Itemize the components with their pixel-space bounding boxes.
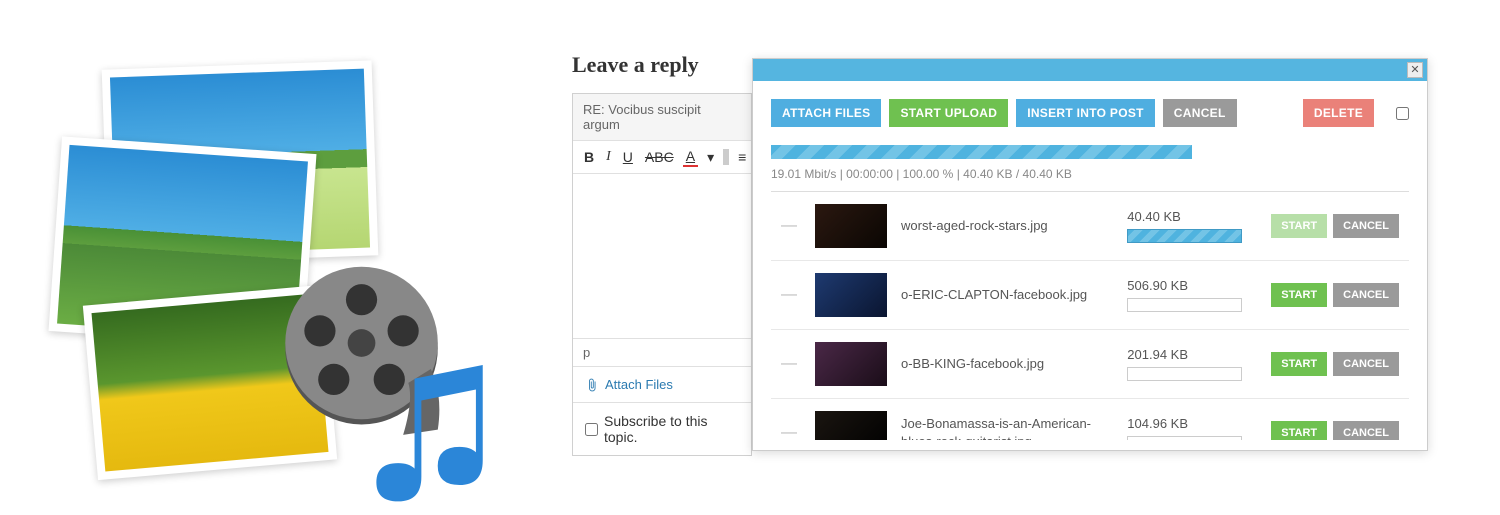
- file-name: Joe-Bonamassa-is-an-American-blues-rock-…: [901, 415, 1113, 440]
- bold-button[interactable]: B: [581, 148, 597, 166]
- file-size: 40.40 KB: [1127, 209, 1257, 224]
- file-row-buttons: STARTCANCEL: [1271, 214, 1399, 238]
- music-note-icon: [365, 365, 505, 515]
- attach-files-link[interactable]: Attach Files: [573, 366, 751, 402]
- file-row-buttons: START CANCEL: [1271, 421, 1399, 440]
- file-size: 506.90 KB: [1127, 278, 1257, 293]
- file-list[interactable]: —worst-aged-rock-stars.jpg40.40 KBSTARTC…: [771, 192, 1409, 440]
- file-start-button[interactable]: START: [1271, 421, 1327, 440]
- file-size: 201.94 KB: [1127, 347, 1257, 362]
- reply-subject-field[interactable]: RE: Vocibus suscipit argum: [573, 94, 751, 141]
- modal-header: ✕: [753, 59, 1427, 81]
- file-thumbnail: [815, 342, 887, 386]
- file-size-column: 201.94 KB: [1127, 347, 1257, 381]
- upload-modal: ✕ ATTACH FILES START UPLOAD INSERT INTO …: [752, 58, 1428, 451]
- file-cancel-button[interactable]: CANCEL: [1333, 421, 1399, 440]
- attach-files-label: Attach Files: [605, 377, 673, 392]
- file-row-buttons: STARTCANCEL: [1271, 352, 1399, 376]
- italic-button[interactable]: I: [603, 148, 614, 166]
- overall-progress-bar: [771, 145, 1192, 159]
- drag-handle-icon[interactable]: —: [781, 424, 801, 440]
- file-start-button: START: [1271, 214, 1327, 238]
- paperclip-icon: [585, 378, 599, 392]
- media-illustration: [45, 35, 485, 485]
- modal-toolbar: ATTACH FILES START UPLOAD INSERT INTO PO…: [771, 99, 1409, 127]
- editor-textarea[interactable]: [573, 174, 751, 338]
- reply-form: Leave a reply RE: Vocibus suscipit argum…: [572, 52, 752, 456]
- file-thumbnail: [815, 411, 887, 440]
- bullet-list-button[interactable]: ≡: [735, 148, 749, 166]
- file-size-column: 506.90 KB: [1127, 278, 1257, 312]
- reply-title: Leave a reply: [572, 52, 752, 78]
- strike-button[interactable]: ABC: [642, 148, 677, 166]
- drag-handle-icon[interactable]: —: [781, 355, 801, 373]
- file-name: o-ERIC-CLAPTON-facebook.jpg: [901, 286, 1113, 304]
- drag-handle-icon[interactable]: —: [781, 286, 801, 304]
- file-cancel-button[interactable]: CANCEL: [1333, 283, 1399, 307]
- insert-into-post-button[interactable]: INSERT INTO POST: [1016, 99, 1155, 127]
- subscribe-row: Subscribe to this topic.: [573, 402, 751, 455]
- subscribe-checkbox[interactable]: [585, 423, 598, 436]
- upload-stats: 19.01 Mbit/s | 00:00:00 | 100.00 % | 40.…: [771, 167, 1409, 192]
- close-button[interactable]: ✕: [1407, 62, 1423, 78]
- file-row: — worst-aged-rock-stars.jpg 40.40 KB STARTC…: [771, 192, 1409, 261]
- file-name: o-BB-KING-facebook.jpg: [901, 355, 1113, 373]
- file-name: worst-aged-rock-stars.jpg: [901, 217, 1113, 235]
- start-upload-button[interactable]: START UPLOAD: [889, 99, 1008, 127]
- file-size: 104.96 KB: [1127, 416, 1257, 431]
- file-start-button[interactable]: START: [1271, 283, 1327, 307]
- file-row-buttons: STARTCANCEL: [1271, 283, 1399, 307]
- file-cancel-button[interactable]: CANCEL: [1333, 214, 1399, 238]
- file-progress-bar: [1127, 229, 1242, 243]
- delete-button[interactable]: DELETE: [1303, 99, 1374, 127]
- select-all-checkbox[interactable]: [1396, 107, 1409, 120]
- reply-editor-container: RE: Vocibus suscipit argum B I U ABC A ▾…: [572, 93, 752, 456]
- editor-toolbar: B I U ABC A ▾ ≡ ≡ ≡ ≡: [573, 141, 751, 174]
- file-thumbnail: [815, 273, 887, 317]
- file-input-field[interactable]: [1127, 436, 1242, 440]
- file-row: — o-ERIC-CLAPTON-facebook.jpg 506.90 KB STA…: [771, 261, 1409, 330]
- attach-files-button[interactable]: ATTACH FILES: [771, 99, 881, 127]
- editor-path-indicator: p: [573, 338, 751, 366]
- underline-button[interactable]: U: [620, 148, 636, 166]
- file-row: — Joe-Bonamassa-is-an-American-blues-rock…: [771, 399, 1409, 440]
- file-thumbnail: [815, 204, 887, 248]
- file-start-button[interactable]: START: [1271, 352, 1327, 376]
- subscribe-label: Subscribe to this topic.: [604, 413, 739, 445]
- file-size-column: 104.96 KB: [1127, 416, 1257, 440]
- file-row: — o-BB-KING-facebook.jpg 201.94 KB STARTCAN…: [771, 330, 1409, 399]
- file-input-field[interactable]: [1127, 367, 1242, 381]
- cancel-button[interactable]: CANCEL: [1163, 99, 1237, 127]
- file-cancel-button[interactable]: CANCEL: [1333, 352, 1399, 376]
- font-color-button[interactable]: A: [683, 147, 698, 167]
- file-input-field[interactable]: [1127, 298, 1242, 312]
- drag-handle-icon[interactable]: —: [781, 217, 801, 235]
- file-size-column: 40.40 KB: [1127, 209, 1257, 243]
